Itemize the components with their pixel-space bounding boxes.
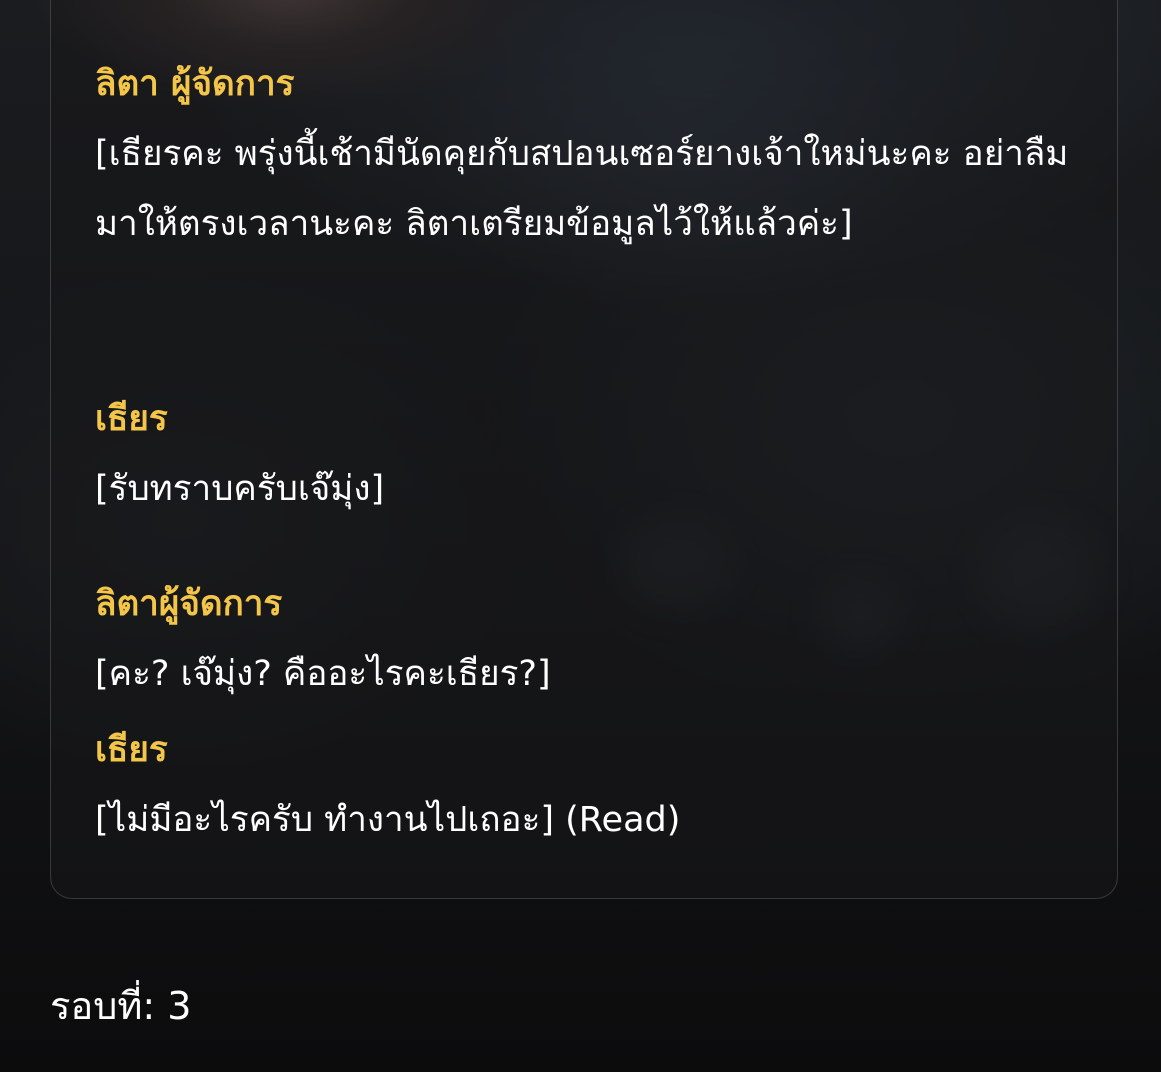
chat-screen: ลิตา ผู้จัดการ [เธียรคะ พรุ่งนี้เช้ามีนั… — [0, 0, 1161, 1072]
message-text: [คะ? เจ๊มุ่ง? คืออะไรคะเธียร?] — [95, 654, 551, 694]
speaker-name: ลิตา ผู้จัดการ — [95, 64, 295, 104]
speaker-name: ลิตาผู้จัดการ — [95, 584, 283, 624]
message-3: ลิตาผู้จัดการ [คะ? เจ๊มุ่ง? คืออะไรคะเธี… — [95, 582, 1075, 709]
message-2: เธียร [รับทราบครับเจ๊มุ่ง] — [95, 397, 1075, 524]
message-1: ลิตา ผู้จัดการ [เธียรคะ พรุ่งนี้เช้ามีนั… — [95, 62, 1075, 259]
message-text: [ไม่มีอะไรครับ ทำงานไปเถอะ] (Read) — [95, 800, 681, 840]
speaker-name: เธียร — [95, 399, 168, 439]
message-text: [เธียรคะ พรุ่งนี้เช้ามีนัดคุยกับสปอนเซอร… — [95, 134, 1069, 244]
round-counter: รอบที่: 3 — [50, 984, 192, 1028]
message-text: [รับทราบครับเจ๊มุ่ง] — [95, 469, 385, 509]
speaker-name: เธียร — [95, 730, 168, 770]
message-4: เธียร [ไม่มีอะไรครับ ทำงานไปเถอะ] (Read) — [95, 728, 1075, 855]
